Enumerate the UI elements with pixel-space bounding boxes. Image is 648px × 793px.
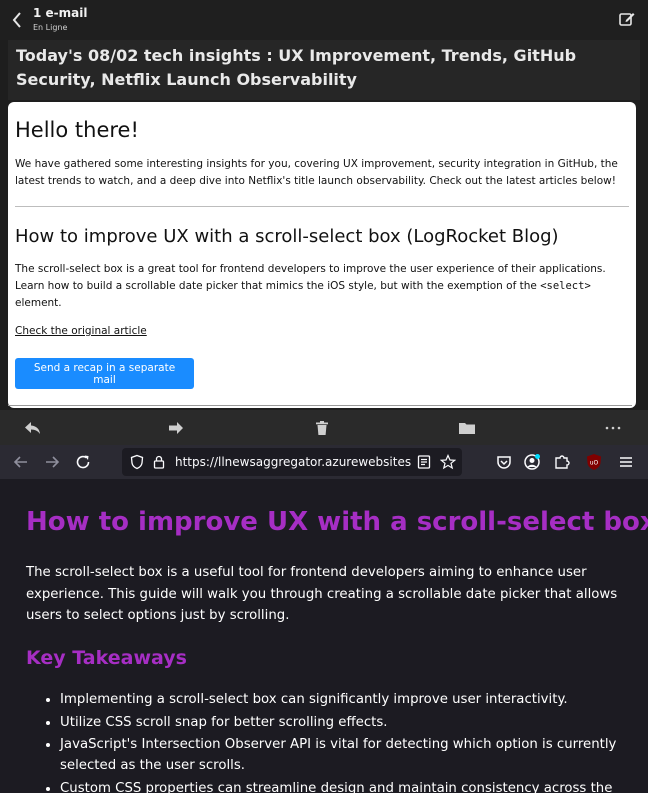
list-item: Custom CSS properties can streamline des… [60,778,640,793]
takeaways-heading: Key Takeaways [26,647,187,669]
ublock-icon[interactable]: uO [585,453,603,471]
menu-icon[interactable] [617,453,635,471]
browser-window: https://llnewsaggregator.azurewebsites.n… [0,445,648,793]
page-title: How to improve UX with a scroll-select b… [26,507,648,537]
back-arrow-icon[interactable] [12,453,30,471]
subject-bar: Today's 08/02 tech insights : UX Improve… [8,40,640,100]
ublock-badge-text: uO [590,460,599,467]
greeting: Hello there! [15,118,139,142]
connection-status: En Ligne [33,23,68,32]
reload-icon[interactable] [74,453,92,471]
mail-body: Hello there! We have gathered some inter… [8,102,636,408]
divider [15,206,629,207]
article-description: The scroll-select box is a great tool fo… [15,261,625,312]
send-recap-button[interactable]: Send a recap in a separate mail [15,358,194,389]
article-title: How to improve UX with a scroll-select b… [15,226,559,247]
trash-icon[interactable] [313,419,331,437]
article-description-code: <select> [540,280,591,292]
account-icon[interactable] [523,453,541,471]
reply-icon[interactable] [24,419,42,437]
browser-toolbar: https://llnewsaggregator.azurewebsites.n… [0,445,648,479]
list-item: JavaScript's Intersection Observer API i… [60,734,640,776]
list-item: Utilize CSS scroll snap for better scrol… [60,712,640,733]
url-bar[interactable]: https://llnewsaggregator.azurewebsites.n… [122,448,462,476]
bookmark-star-icon[interactable] [439,454,457,470]
pocket-icon[interactable] [495,453,513,471]
mail-count: 1 e-mail [33,6,88,20]
mail-subject: Today's 08/02 tech insights : UX Improve… [16,46,577,89]
forward-icon[interactable] [167,419,185,437]
article-description-text: The scroll-select box is a great tool fo… [15,263,606,292]
url-text[interactable]: https://llnewsaggregator.azurewebsites.n… [175,455,411,469]
chevron-left-icon[interactable] [10,10,24,30]
mail-header: 1 e-mail En Ligne [0,0,648,40]
original-article-link[interactable]: Check the original article [15,325,147,337]
shield-icon[interactable] [129,454,145,470]
intro-text: We have gathered some interesting insigh… [15,158,618,187]
more-icon[interactable] [604,419,622,437]
extensions-icon[interactable] [553,453,571,471]
reader-view-icon[interactable] [416,454,432,470]
forward-arrow-icon[interactable] [43,453,61,471]
takeaways-list: Implementing a scroll-select box can sig… [40,689,640,793]
web-page: How to improve UX with a scroll-select b… [0,479,648,793]
folder-icon[interactable] [458,419,476,437]
mail-toolbar [0,410,648,445]
compose-icon[interactable] [618,10,636,28]
lock-icon[interactable] [151,454,167,470]
page-intro: The scroll-select box is a useful tool f… [26,565,618,623]
list-item: Implementing a scroll-select box can sig… [60,689,640,710]
divider [8,405,632,406]
article-description-end: element. [15,297,62,309]
mail-app: 1 e-mail En Ligne Today's 08/02 tech ins… [0,0,648,445]
